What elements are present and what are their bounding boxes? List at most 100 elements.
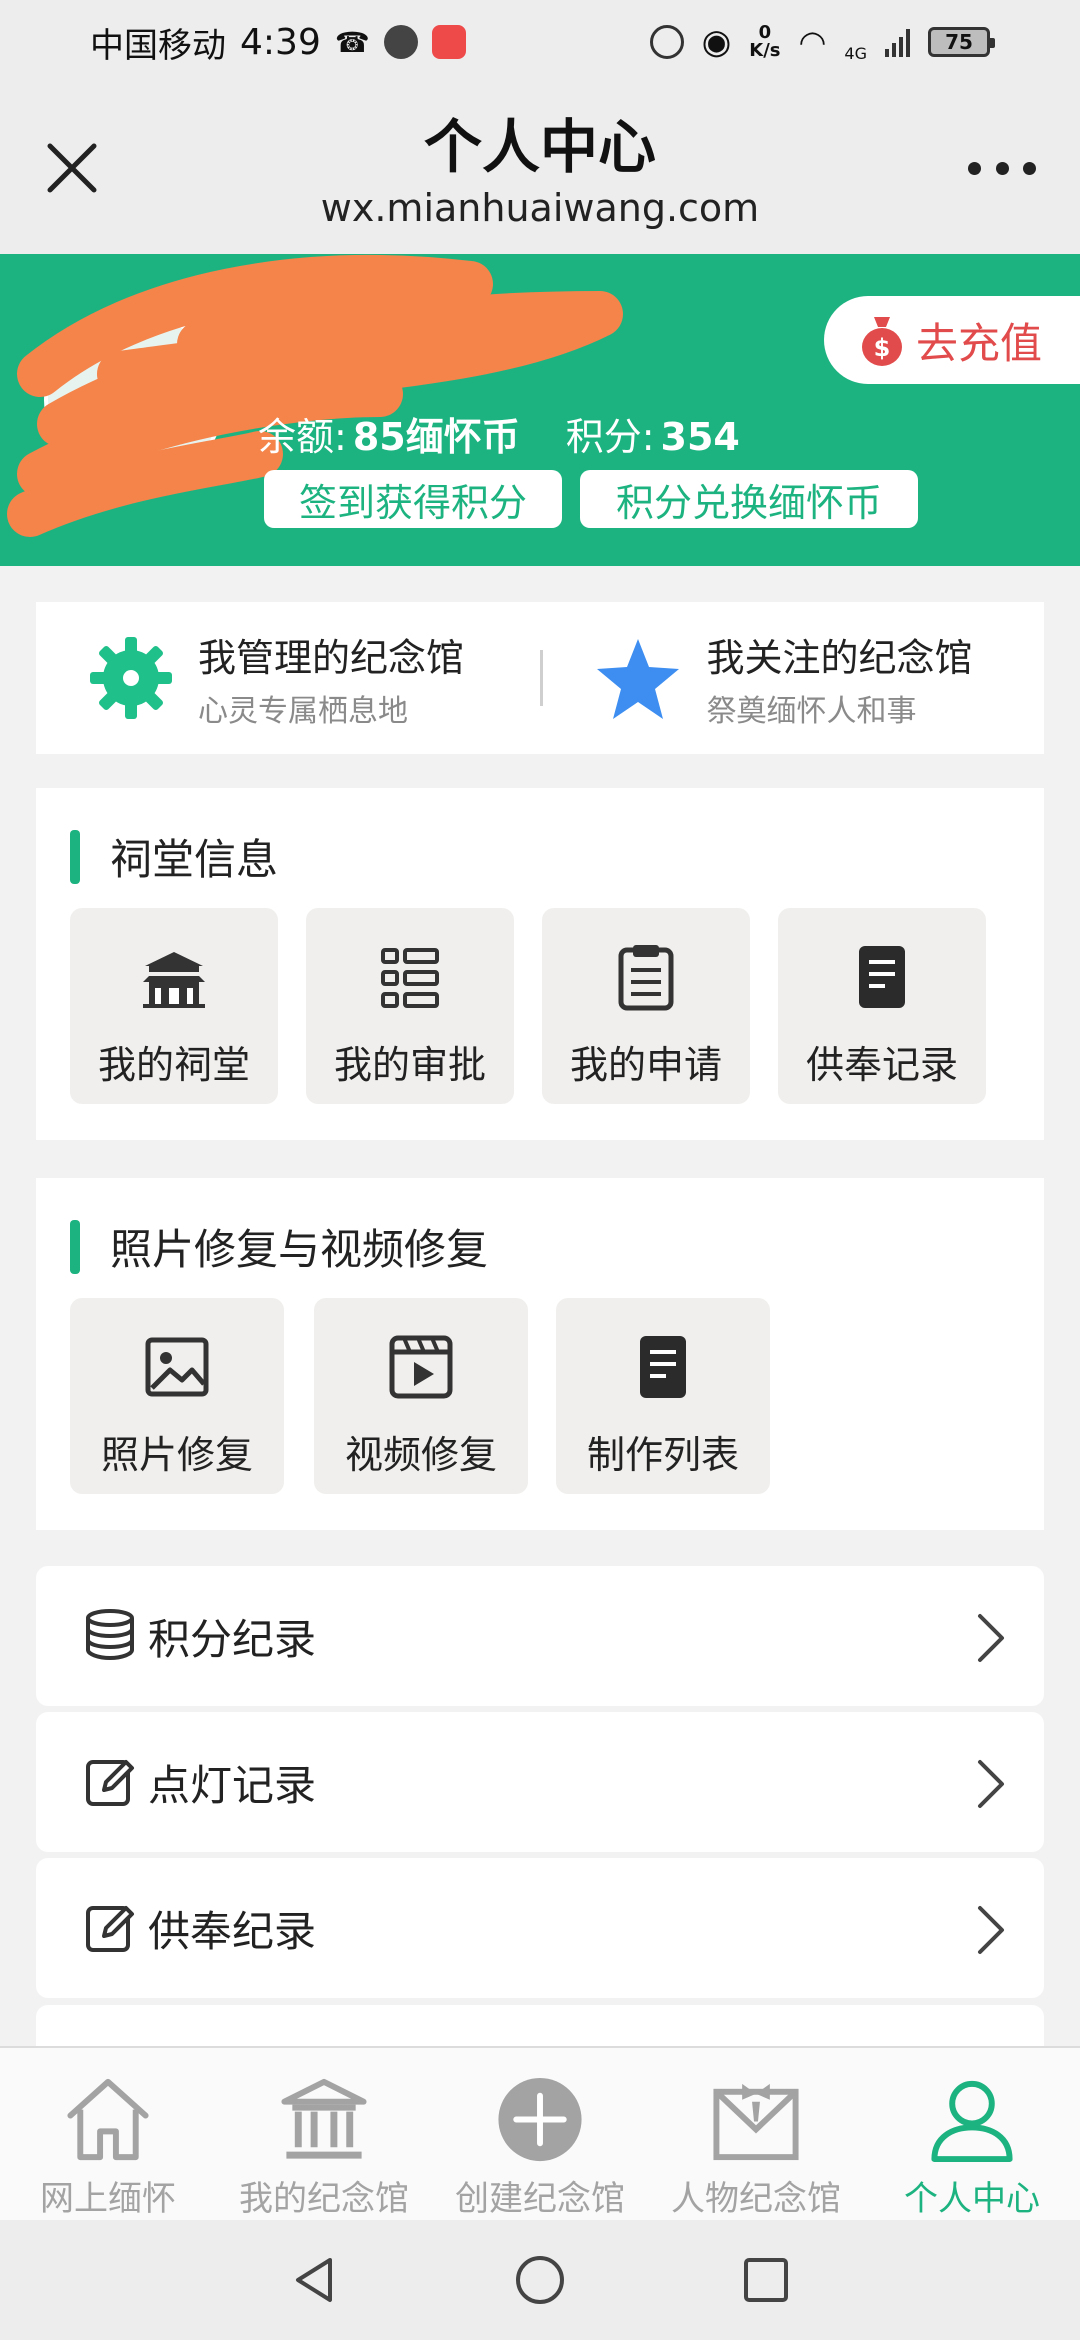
balance-value: 85缅怀币 xyxy=(352,415,520,459)
gear-icon xyxy=(90,637,172,719)
my-application-tile[interactable]: 我的申请 xyxy=(542,908,750,1104)
section-accent-bar xyxy=(70,829,80,884)
museum-icon xyxy=(281,2078,367,2159)
points-label: 积分: xyxy=(565,415,655,459)
profile-header: $ 去充值 余额: 85缅怀币 积分: 354 签到获得积分 积分兑换缅怀币 xyxy=(0,254,1080,566)
home-icon xyxy=(67,2078,149,2161)
points: 积分: 354 xyxy=(566,406,740,461)
points-value: 354 xyxy=(660,415,740,459)
clipboard-icon xyxy=(618,945,674,1011)
battery-indicator: 75 xyxy=(928,27,995,57)
edit-icon xyxy=(86,1906,134,1952)
points-record-row[interactable]: 积分纪录 xyxy=(36,1566,1044,1706)
section-accent-bar xyxy=(70,1219,80,1274)
document-icon xyxy=(859,946,905,1008)
status-bar: 中国移动 4:39 ☎ ◉ 0 K/s ◠ 4G 75 xyxy=(0,0,1080,84)
section-header: 祠堂信息 xyxy=(70,826,278,887)
restore-section: 照片修复与视频修复 照片修复 视频修复 制作列表 xyxy=(36,1178,1044,1530)
managed-memorials-subtitle: 心灵专属栖息地 xyxy=(198,693,408,729)
nav-personal-center[interactable]: 个人中心 xyxy=(864,2048,1080,2220)
followed-memorials-button[interactable]: 我关注的纪念馆 祭奠缅怀人和事 xyxy=(543,627,1045,730)
coins-icon xyxy=(86,1609,134,1661)
points-record-label: 积分纪录 xyxy=(148,1614,317,1664)
chevron-right-icon xyxy=(978,1614,1004,1662)
network-type: 4G xyxy=(844,43,867,63)
user-icon xyxy=(931,2080,1013,2163)
title-bar: 个人中心 wx.mianhuaiwang.com xyxy=(0,84,1080,254)
balance: 余额: 85缅怀币 xyxy=(258,406,520,461)
managed-memorials-button[interactable]: 我管理的纪念馆 心灵专属栖息地 xyxy=(36,627,540,730)
system-navigation-bar xyxy=(0,2220,1080,2340)
my-application-label: 我的申请 xyxy=(569,1043,722,1087)
followed-memorials-title: 我关注的纪念馆 xyxy=(706,635,973,680)
chevron-right-icon xyxy=(978,1760,1004,1808)
money-bag-icon: $ xyxy=(862,317,902,366)
home-button-icon[interactable] xyxy=(512,2252,568,2308)
wifi-icon: ◠ xyxy=(798,23,827,61)
lamp-record-label: 点灯记录 xyxy=(148,1760,317,1810)
nav-my-memorial-label: 我的纪念馆 xyxy=(239,2179,409,2219)
document-icon xyxy=(640,1336,686,1398)
balance-row: 余额: 85缅怀币 积分: 354 xyxy=(258,406,740,461)
offering-record-tile[interactable]: 供奉记录 xyxy=(778,908,986,1104)
carrier-name: 中国移动 xyxy=(90,25,226,66)
nav-person-memorial-label: 人物纪念馆 xyxy=(671,2179,841,2219)
video-icon xyxy=(389,1335,453,1399)
my-temple-label: 我的祠堂 xyxy=(97,1043,250,1087)
section-title: 照片修复与视频修复 xyxy=(110,1225,489,1274)
recharge-label: 去充值 xyxy=(916,318,1043,368)
star-icon xyxy=(596,639,679,719)
my-temple-tile[interactable]: 我的祠堂 xyxy=(70,908,278,1104)
offering-log-row[interactable]: 供奉纪录 xyxy=(36,1858,1044,1998)
person-memorial-icon xyxy=(713,2083,799,2161)
eye-icon: ◉ xyxy=(701,22,732,62)
section-header: 照片修复与视频修复 xyxy=(70,1216,488,1277)
lamp-record-row[interactable]: 点灯记录 xyxy=(36,1712,1044,1852)
missed-call-icon: ☎ xyxy=(334,25,370,59)
plus-circle-icon xyxy=(498,2077,582,2162)
temple-icon xyxy=(143,952,205,1008)
section-title: 祠堂信息 xyxy=(110,835,279,884)
image-icon xyxy=(145,1337,209,1397)
nav-person-memorial[interactable]: 人物纪念馆 xyxy=(648,2048,864,2220)
nav-create-memorial-label: 创建纪念馆 xyxy=(455,2179,625,2219)
wechat-icon xyxy=(383,25,418,59)
ancestral-section: 祠堂信息 我的祠堂 我的审批 我的申请 供奉记录 xyxy=(36,788,1044,1140)
net-speed-unit: K/s xyxy=(749,40,781,61)
page-url: wx.mianhuaiwang.com xyxy=(320,186,760,230)
app-notification-icon xyxy=(431,25,466,59)
production-list-label: 制作列表 xyxy=(586,1433,739,1477)
status-time: 4:39 xyxy=(240,21,321,63)
video-restore-label: 视频修复 xyxy=(344,1433,497,1477)
bottom-nav: 网上缅怀 我的纪念馆 创建纪念馆 人物纪念馆 个人中心 xyxy=(0,2046,1080,2220)
nav-my-memorial[interactable]: 我的纪念馆 xyxy=(216,2048,432,2220)
managed-memorials-title: 我管理的纪念馆 xyxy=(198,635,465,680)
production-list-tile[interactable]: 制作列表 xyxy=(556,1298,770,1494)
checkin-button[interactable]: 签到获得积分 xyxy=(264,470,562,528)
photo-restore-tile[interactable]: 照片修复 xyxy=(70,1298,284,1494)
nav-personal-center-label: 个人中心 xyxy=(904,2179,1040,2219)
net-speed: 0 K/s xyxy=(749,24,780,60)
photo-restore-label: 照片修复 xyxy=(100,1433,253,1477)
back-icon[interactable] xyxy=(286,2252,342,2308)
svg-text:$: $ xyxy=(874,334,891,362)
nav-online-memorial-label: 网上缅怀 xyxy=(40,2179,176,2219)
data-saver-icon xyxy=(649,25,684,59)
chevron-right-icon xyxy=(978,1906,1004,1954)
offering-record-label: 供奉记录 xyxy=(805,1043,958,1087)
my-approval-tile[interactable]: 我的审批 xyxy=(306,908,514,1104)
offering-log-label: 供奉纪录 xyxy=(148,1906,317,1956)
recents-icon[interactable] xyxy=(738,2252,794,2308)
nav-create-memorial[interactable]: 创建纪念馆 xyxy=(432,2048,648,2220)
more-menu-icon[interactable] xyxy=(968,156,1036,180)
list-grid-icon xyxy=(381,948,439,1008)
signal-icon xyxy=(885,27,910,57)
memorial-shortcuts: 我管理的纪念馆 心灵专属栖息地 我关注的纪念馆 祭奠缅怀人和事 xyxy=(36,602,1044,754)
page-title: 个人中心 xyxy=(423,113,656,181)
my-approval-label: 我的审批 xyxy=(333,1043,486,1087)
nav-online-memorial[interactable]: 网上缅怀 xyxy=(0,2048,216,2220)
exchange-points-button[interactable]: 积分兑换缅怀币 xyxy=(580,470,918,528)
video-restore-tile[interactable]: 视频修复 xyxy=(314,1298,528,1494)
followed-memorials-subtitle: 祭奠缅怀人和事 xyxy=(706,693,917,729)
recharge-button[interactable]: $ 去充值 xyxy=(824,296,1080,384)
